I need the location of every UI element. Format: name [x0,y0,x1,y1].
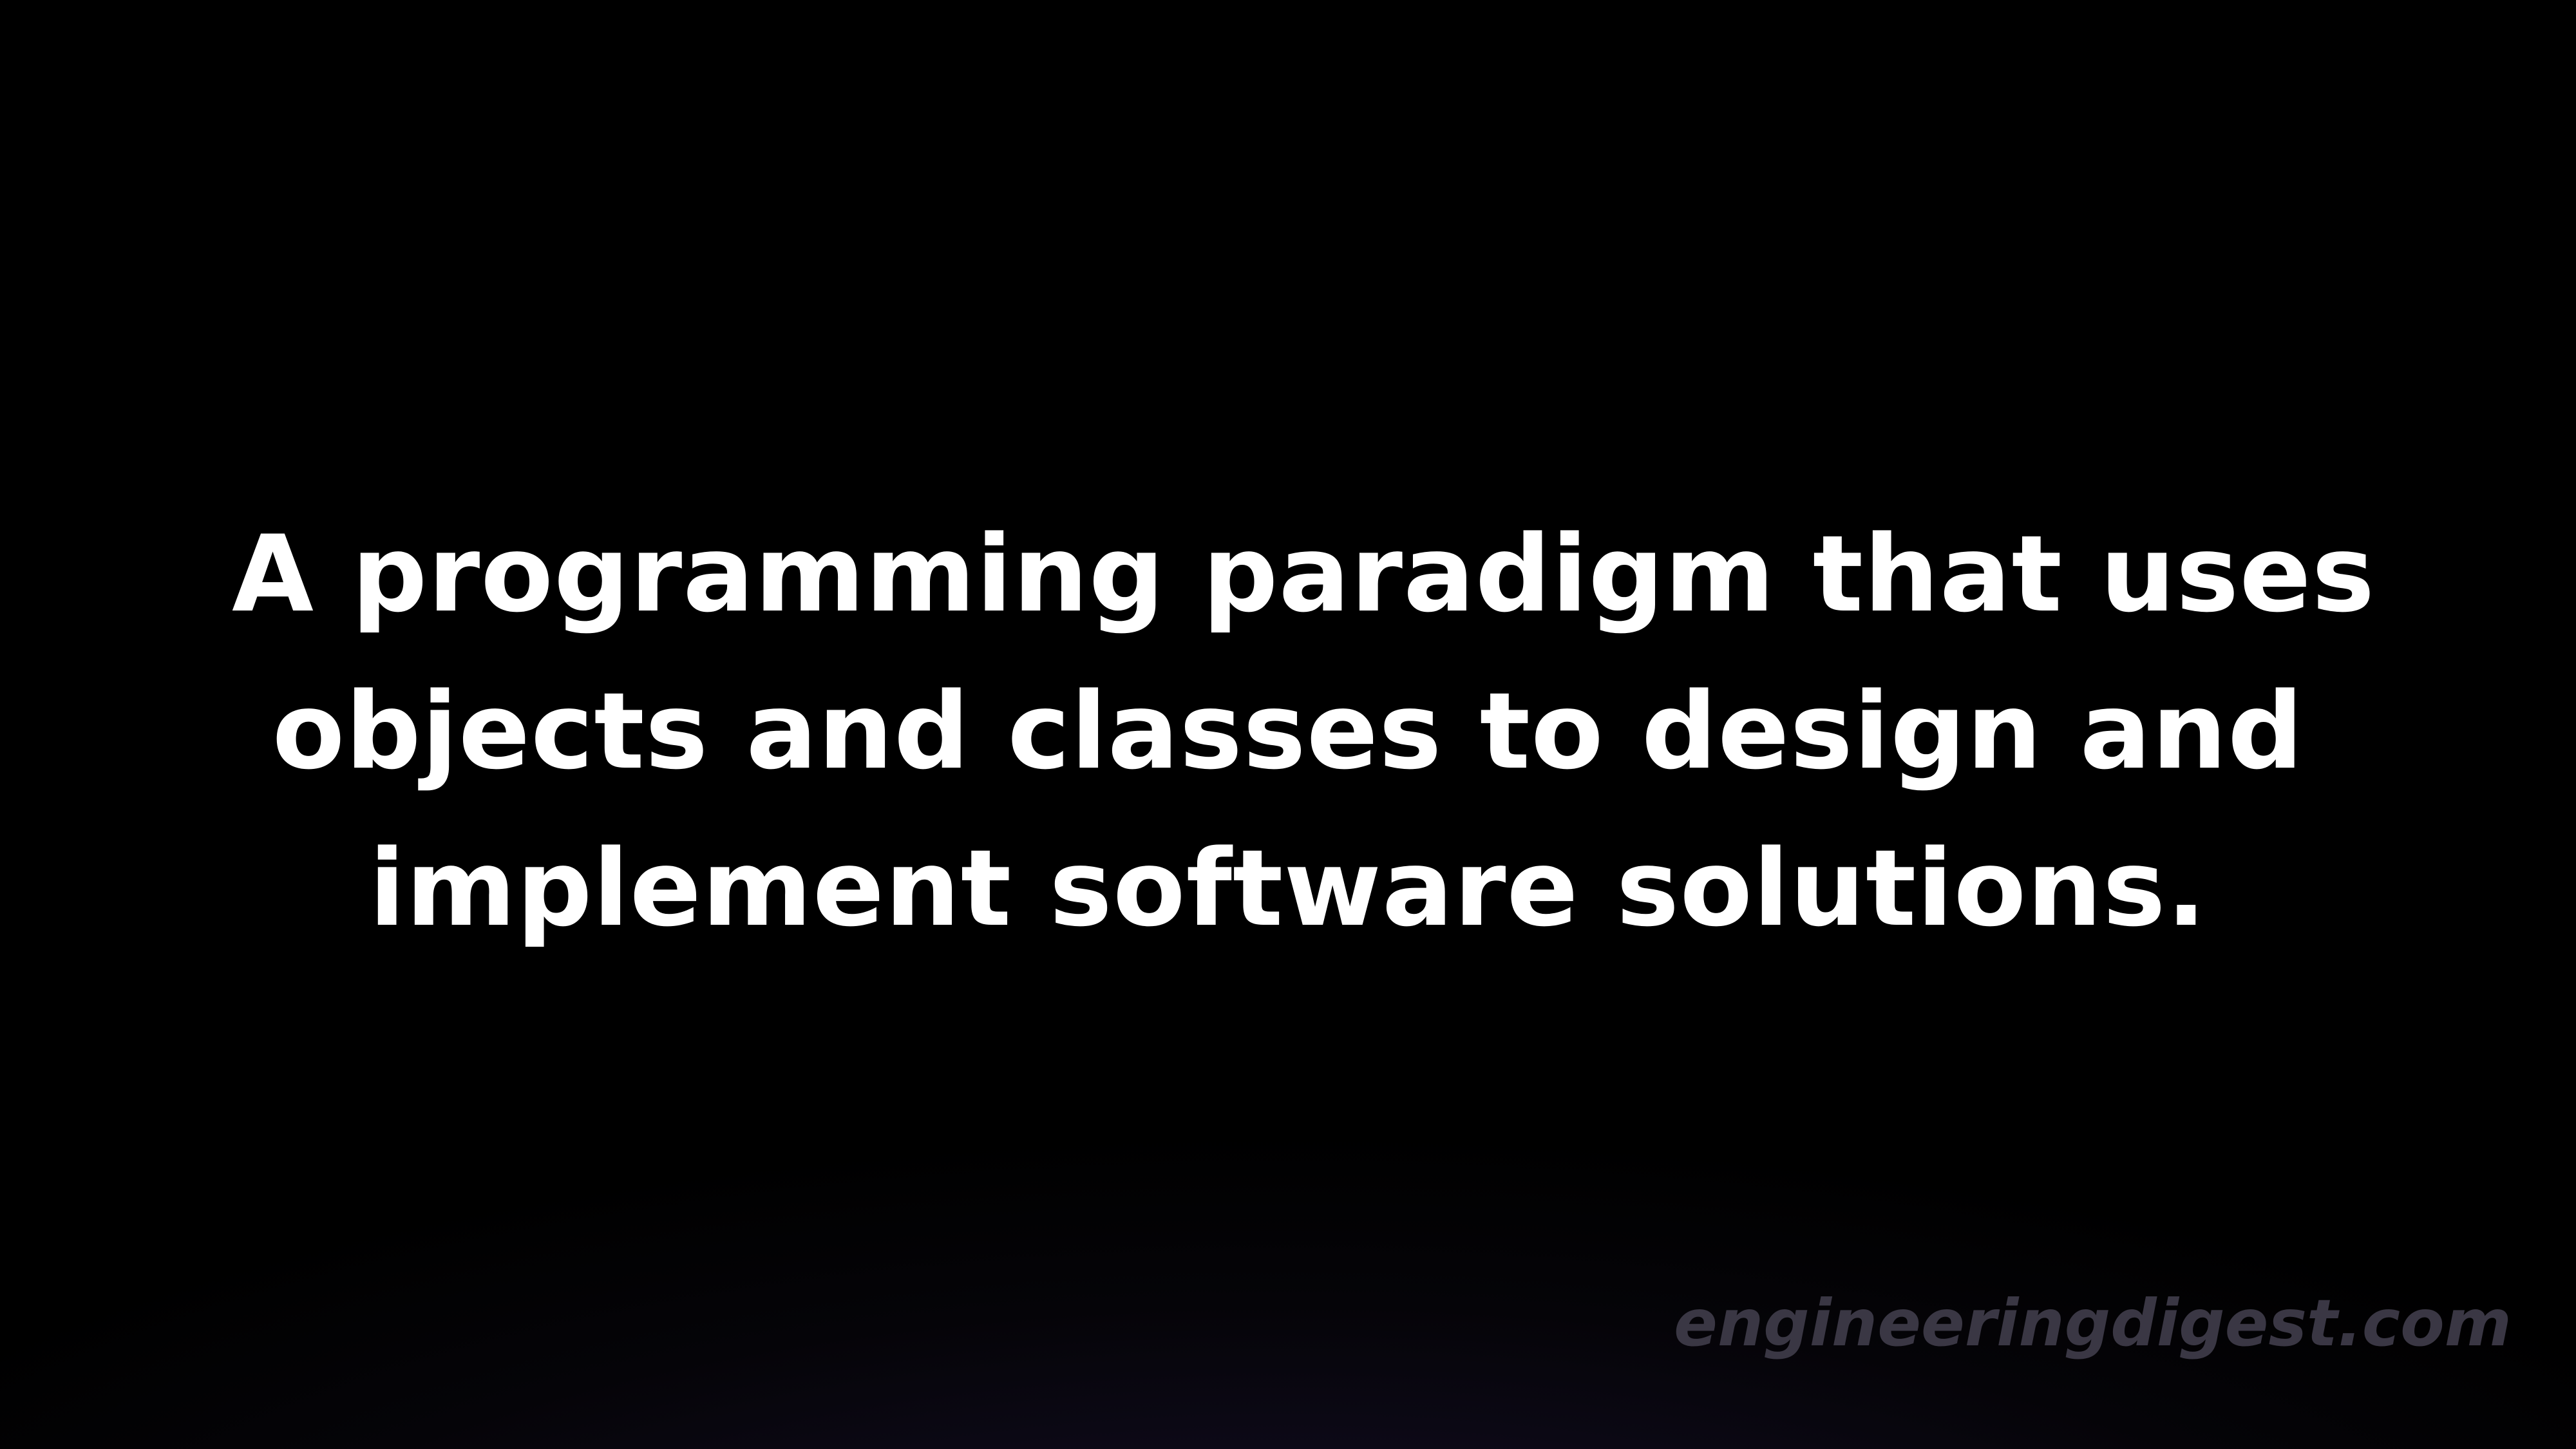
slide-background: A programming paradigm that uses objects… [0,0,2576,1449]
headline-line-1: A programming paradigm that uses [232,513,2376,636]
headline-text: A programming paradigm that uses objects… [232,496,2376,967]
headline-line-2: objects and classes to design and [272,670,2304,793]
watermark-text: engineeringdigest.com [1674,1285,2512,1361]
headline-line-3: implement software solutions. [369,827,2207,950]
